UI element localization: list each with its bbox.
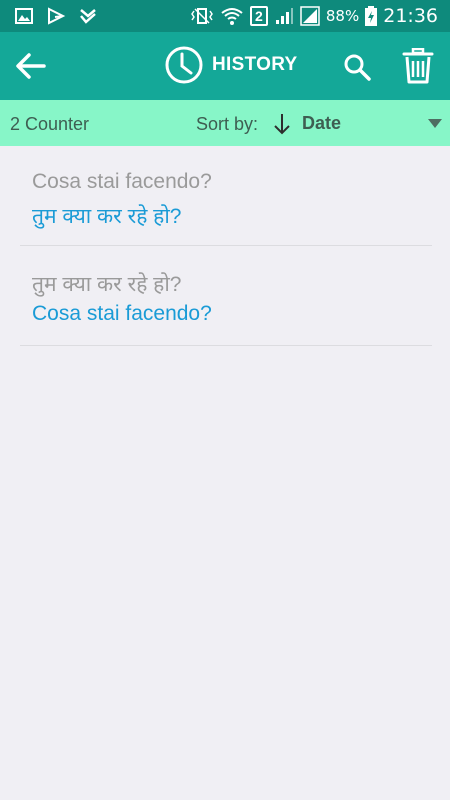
list-item[interactable]: तुम क्या कर रहे हो? Cosa stai facendo? <box>20 246 432 346</box>
signal-icon <box>275 8 293 24</box>
sort-label: Sort by: <box>196 114 259 134</box>
gallery-icon <box>15 8 33 24</box>
source-text: Cosa stai facendo? <box>32 170 212 193</box>
trash-icon[interactable] <box>402 48 434 84</box>
search-icon[interactable] <box>342 52 372 82</box>
source-text: तुम क्या कर रहे हो? <box>32 273 182 296</box>
history-counter: 2 Counter <box>10 114 90 134</box>
history-list: Cosa stai facendo? तुम क्या कर रहे हो? त… <box>0 146 450 346</box>
play-store-icon <box>48 7 66 25</box>
check-icon <box>80 9 96 24</box>
sort-value[interactable]: Date <box>302 113 341 134</box>
status-system: 2 88% 21:36 <box>190 4 438 28</box>
page-title: HISTORY <box>212 54 298 75</box>
dropdown-triangle-icon[interactable] <box>428 119 442 129</box>
vibrate-icon <box>190 8 213 24</box>
status-notifications <box>14 6 98 26</box>
clock-icon <box>165 46 203 84</box>
translation-text: Cosa stai facendo? <box>32 302 212 325</box>
back-arrow-icon[interactable] <box>14 50 48 82</box>
translation-text: तुम क्या कर रहे हो? <box>32 205 182 228</box>
sort-down-arrow-icon[interactable] <box>272 112 292 136</box>
status-bar: 2 88% 21:36 <box>0 0 450 32</box>
battery-percent: 88% <box>325 7 360 25</box>
battery-charging-icon <box>365 6 378 26</box>
sort-bar: 2 Counter Sort by: Date <box>0 100 450 146</box>
wifi-icon <box>221 8 243 25</box>
list-item[interactable]: Cosa stai facendo? तुम क्या कर रहे हो? <box>20 146 432 246</box>
signal-icon <box>300 6 320 26</box>
sim-2-icon: 2 <box>249 6 268 26</box>
clock-time: 21:36 <box>383 5 438 27</box>
app-toolbar: HISTORY <box>0 32 450 100</box>
